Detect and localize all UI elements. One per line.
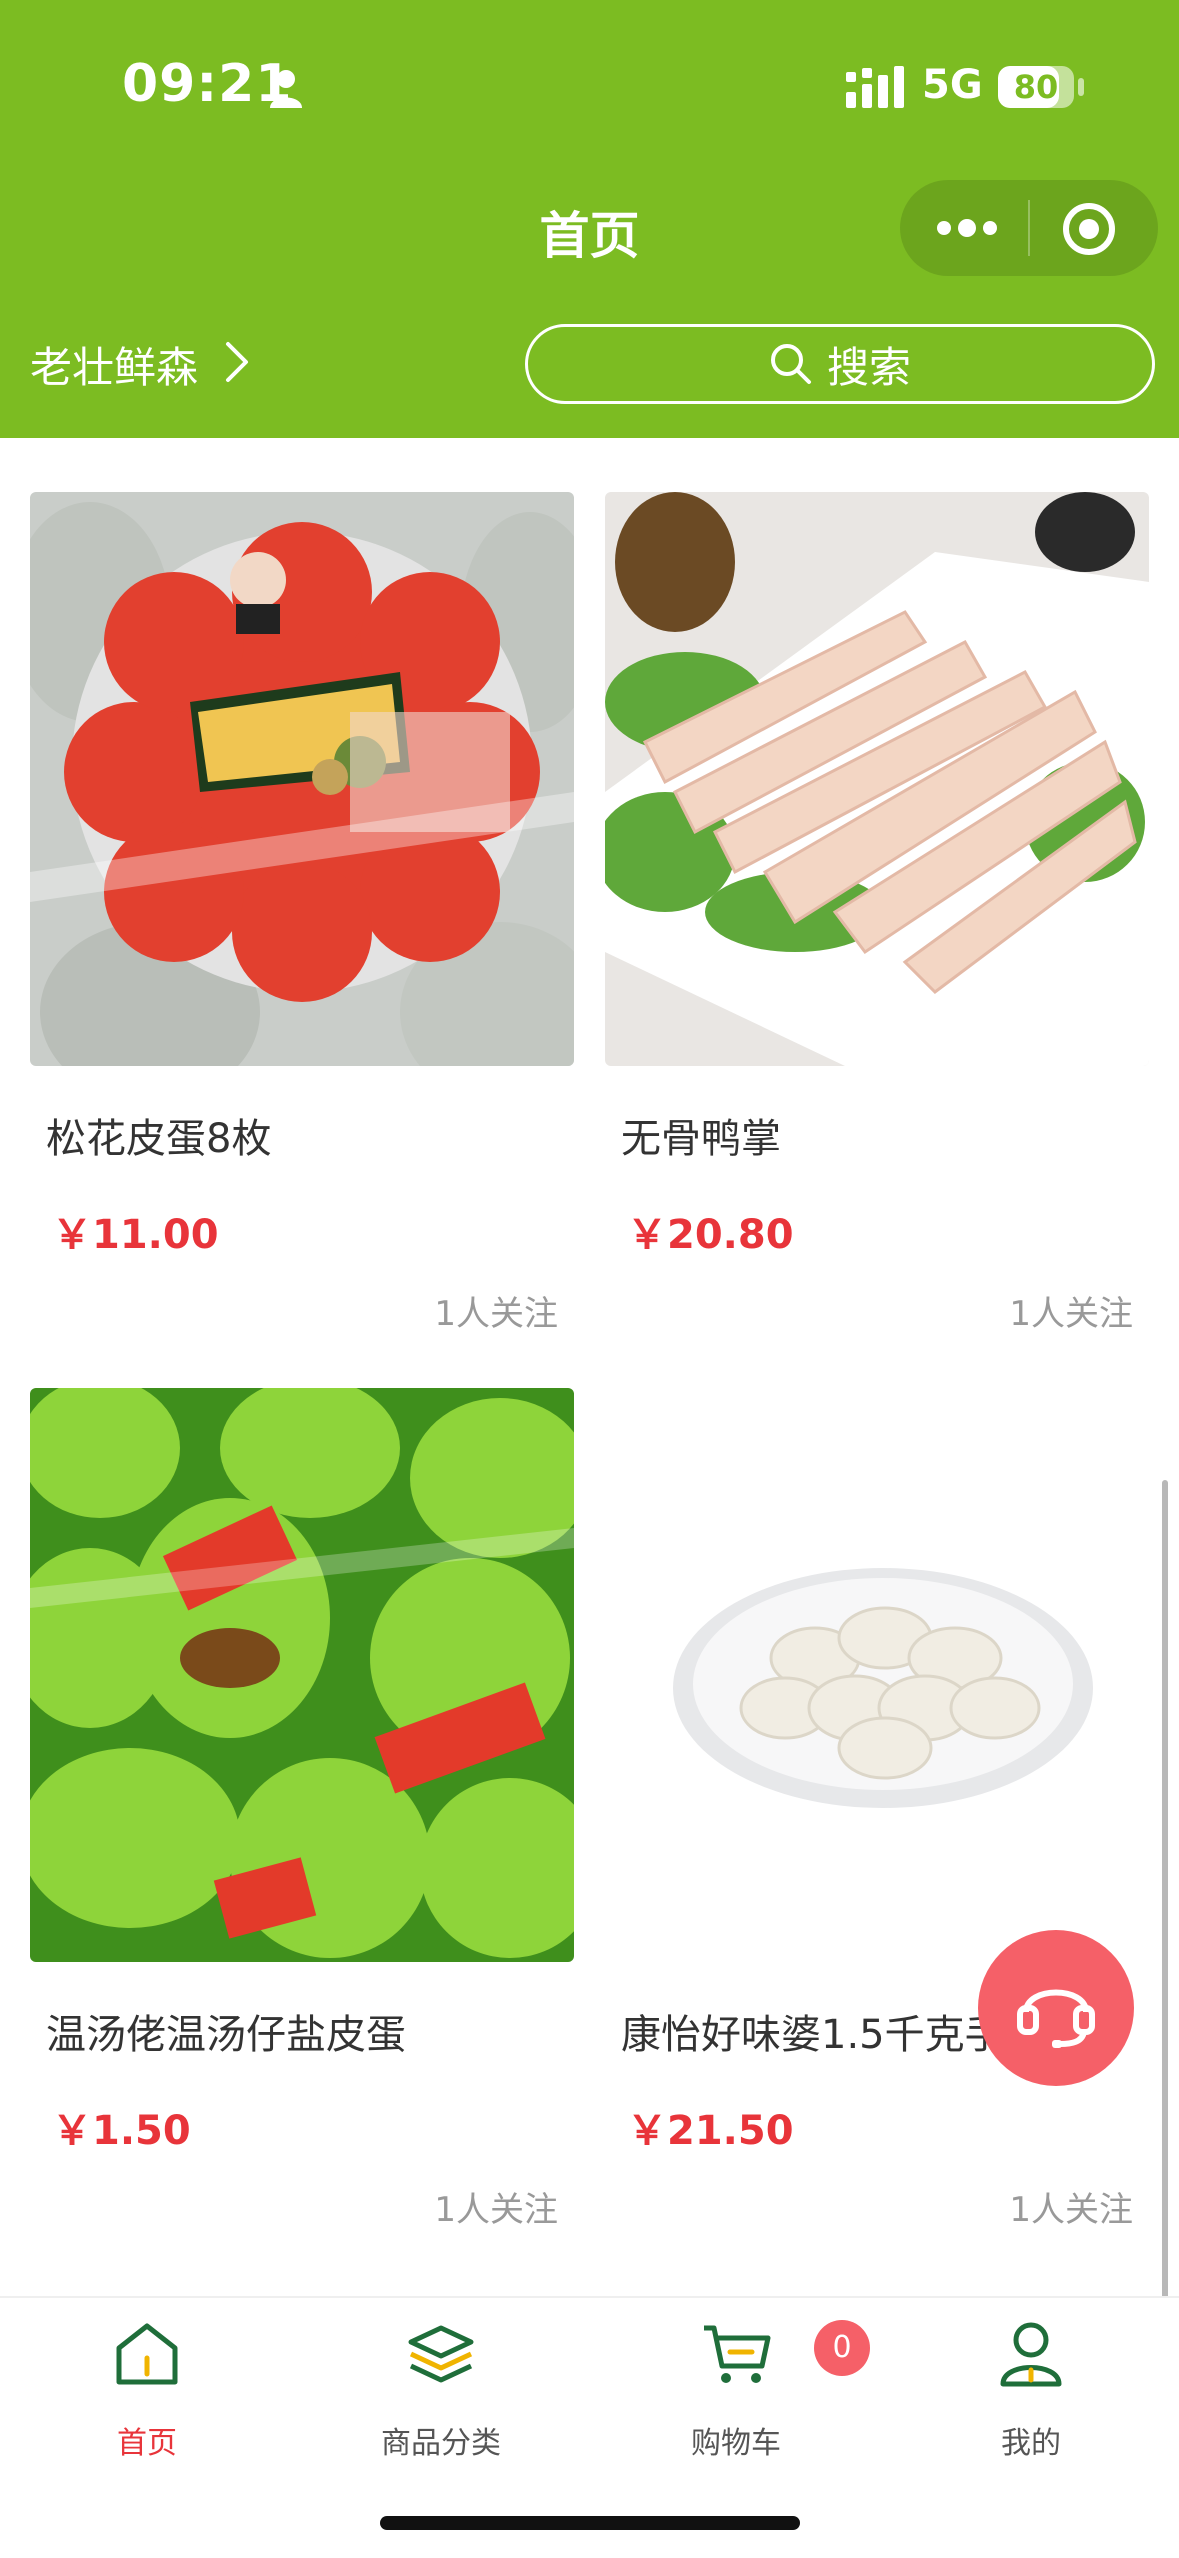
tab-categories[interactable]: 商品分类 — [341, 2318, 541, 2468]
product-name[interactable]: 松花皮蛋8枚 — [46, 1106, 566, 1164]
product-image-dumplings[interactable] — [605, 1388, 1149, 1962]
tab-home[interactable]: 首页 — [47, 2318, 247, 2468]
product-card[interactable]: 温汤佬温汤仔盐皮蛋 ￥1.50 1人关注 — [30, 1388, 574, 2248]
product-card[interactable]: 康怡好味婆1.5千克手 ￥21.50 1人关注 — [605, 1388, 1149, 2248]
product-name[interactable]: 无骨鸭掌 — [621, 1106, 1141, 1164]
chevron-right-icon[interactable] — [222, 338, 252, 386]
product-image-salted-eggs[interactable] — [30, 1388, 574, 1962]
cart-count-badge: 0 — [814, 2320, 870, 2376]
product-price: ￥1.50 — [52, 2108, 191, 2154]
tab-label: 我的 — [1001, 2426, 1061, 2461]
product-price: ￥11.00 — [52, 1212, 219, 1258]
layers-icon — [408, 2325, 474, 2383]
tab-profile[interactable]: 我的 — [931, 2318, 1131, 2468]
header: 09:21 5G 80 首页 老壮鲜森 搜索 — [0, 0, 1179, 438]
target-icon[interactable] — [1060, 200, 1118, 258]
scrollbar[interactable] — [1162, 1480, 1168, 2400]
person-icon — [270, 70, 302, 108]
cart-icon — [704, 2325, 771, 2383]
network-label: 5G — [922, 62, 983, 108]
home-indicator[interactable] — [380, 2516, 800, 2530]
product-card[interactable]: 无骨鸭掌 ￥20.80 1人关注 — [605, 492, 1149, 1352]
product-image-duck-feet[interactable] — [605, 492, 1149, 1066]
search-placeholder: 搜索 — [826, 342, 911, 392]
headset-icon — [1017, 1989, 1095, 2048]
more-icon[interactable] — [934, 208, 1000, 248]
product-follow-count: 1人关注 — [434, 1294, 558, 1334]
product-card[interactable]: 松花皮蛋8枚 ￥11.00 1人关注 — [30, 492, 574, 1352]
customer-service-button[interactable] — [978, 1930, 1134, 2086]
capsule-divider — [1028, 200, 1030, 256]
search-bar[interactable]: 搜索 — [525, 324, 1155, 404]
battery-tip — [1078, 78, 1084, 96]
battery-indicator: 80 — [998, 66, 1074, 108]
product-follow-count: 1人关注 — [434, 2190, 558, 2230]
product-name[interactable]: 温汤佬温汤仔盐皮蛋 — [46, 2002, 566, 2060]
product-follow-count: 1人关注 — [1009, 2190, 1133, 2230]
product-image-century-eggs[interactable] — [30, 492, 574, 1066]
product-follow-count: 1人关注 — [1009, 1294, 1133, 1334]
user-icon — [1000, 2322, 1062, 2387]
tab-label: 商品分类 — [381, 2426, 501, 2461]
search-icon — [770, 344, 811, 384]
mini-program-capsule — [900, 180, 1158, 276]
tab-cart[interactable]: 购物车 — [636, 2318, 836, 2468]
store-name[interactable]: 老壮鲜森 — [30, 334, 198, 395]
signal-icon — [846, 66, 904, 108]
tab-label: 购物车 — [691, 2426, 781, 2461]
product-price: ￥20.80 — [627, 1212, 794, 1258]
tab-label: 首页 — [117, 2426, 177, 2461]
battery-level: 80 — [1013, 68, 1059, 106]
status-time: 09:21 — [122, 54, 293, 114]
home-icon — [116, 2323, 178, 2385]
product-price: ￥21.50 — [627, 2108, 794, 2154]
